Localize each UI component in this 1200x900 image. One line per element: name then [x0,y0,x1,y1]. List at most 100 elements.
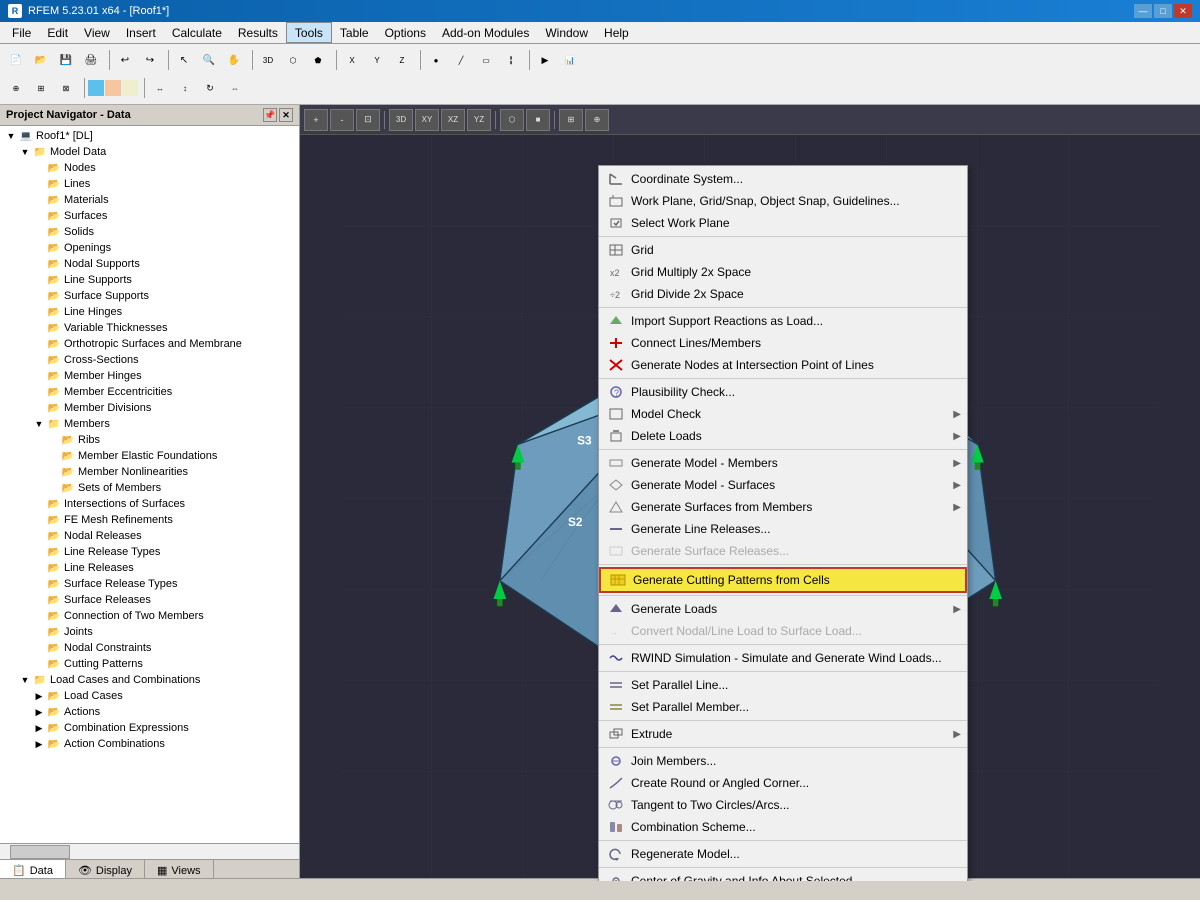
tree-line-releases[interactable]: 📂 Line Releases [0,560,299,576]
model-data-toggle[interactable]: ▼ [18,145,32,159]
tb-node[interactable]: ● [424,48,448,72]
view-tb-yz[interactable]: YZ [467,109,491,131]
tb-results[interactable]: 📊 [558,48,582,72]
tree-joints[interactable]: 📂 Joints [0,624,299,640]
menu-regenerate[interactable]: Regenerate Model... [599,843,967,865]
window-controls[interactable]: — □ ✕ [1134,4,1192,18]
tree-line-supports[interactable]: 📂 Line Supports [0,272,299,288]
menu-coordinate-system[interactable]: Coordinate System... [599,168,967,190]
menu-set-parallel-member[interactable]: Set Parallel Member... [599,696,967,718]
menu-results[interactable]: Results [230,22,286,43]
tb-save[interactable]: 💾 [54,48,78,72]
tree-line-hinges[interactable]: 📂 Line Hinges [0,304,299,320]
menu-window[interactable]: Window [537,22,596,43]
menu-delete-loads[interactable]: Delete Loads ▶ [599,425,967,447]
tree-root[interactable]: ▼ 💻 Roof1* [DL] [0,128,299,144]
tree-ortho-surf[interactable]: 📂 Orthotropic Surfaces and Membrane [0,336,299,352]
tb-snap2[interactable]: ⊞ [29,76,53,100]
menu-gen-line-releases[interactable]: Generate Line Releases... [599,518,967,540]
tb-redo[interactable]: ↪ [138,48,162,72]
tree-cross-sections[interactable]: 📂 Cross-Sections [0,352,299,368]
menu-join-members[interactable]: Join Members... [599,750,967,772]
tb-rotate[interactable]: ↻ [198,76,222,100]
tree-actions[interactable]: ▶ 📂 Actions [0,704,299,720]
tree-lines[interactable]: 📂 Lines [0,176,299,192]
menu-tangent[interactable]: Tangent to Two Circles/Arcs... [599,794,967,816]
tree-surface-release-types[interactable]: 📂 Surface Release Types [0,576,299,592]
maximize-button[interactable]: □ [1154,4,1172,18]
tb-snap1[interactable]: ⊕ [4,76,28,100]
tb-color1[interactable] [88,80,104,96]
tb-color2[interactable] [105,80,121,96]
tree-nodal-releases[interactable]: 📂 Nodal Releases [0,528,299,544]
panel-pin[interactable]: 📌 [263,108,277,122]
tb-zview[interactable]: Z [390,48,414,72]
tb-view3d[interactable]: 3D [256,48,280,72]
panel-controls[interactable]: 📌 ✕ [263,108,293,122]
menu-rwind[interactable]: RWIND Simulation - Simulate and Generate… [599,647,967,669]
menu-gen-model-members[interactable]: Generate Model - Members ▶ [599,452,967,474]
menu-tools[interactable]: Tools [286,22,332,43]
menu-set-parallel-line[interactable]: Set Parallel Line... [599,674,967,696]
tree-nodal-constraints[interactable]: 📂 Nodal Constraints [0,640,299,656]
tree-load-cases-root[interactable]: ▼ 📁 Load Cases and Combinations [0,672,299,688]
menu-table[interactable]: Table [332,22,377,43]
tree-line-release-types[interactable]: 📂 Line Release Types [0,544,299,560]
tb-solid[interactable]: ⬟ [306,48,330,72]
tb-surface[interactable]: ▭ [474,48,498,72]
tree-action-comb[interactable]: ▶ 📂 Action Combinations [0,736,299,752]
menu-view[interactable]: View [76,22,118,43]
panel-close[interactable]: ✕ [279,108,293,122]
tree-connection-members[interactable]: 📂 Connection of Two Members [0,608,299,624]
tb-dim1[interactable]: ↔ [148,76,172,100]
tree-openings[interactable]: 📂 Openings [0,240,299,256]
tb-select[interactable]: ↖ [172,48,196,72]
tree-surface-supports[interactable]: 📂 Surface Supports [0,288,299,304]
tree-surface-releases[interactable]: 📂 Surface Releases [0,592,299,608]
tb-yview[interactable]: Y [365,48,389,72]
tb-dim2[interactable]: ↕ [173,76,197,100]
tb-pan[interactable]: ✋ [222,48,246,72]
view-tb-xy[interactable]: XY [415,109,439,131]
menu-grid-multiply[interactable]: x2 Grid Multiply 2x Space [599,261,967,283]
menu-connect-lines[interactable]: Connect Lines/Members [599,332,967,354]
horizontal-scrollbar[interactable] [0,843,299,859]
menu-plausibility[interactable]: ? Plausibility Check... [599,381,967,403]
tree-member-hinges[interactable]: 📂 Member Hinges [0,368,299,384]
menu-gen-model-surfaces[interactable]: Generate Model - Surfaces ▶ [599,474,967,496]
menu-import-support[interactable]: Import Support Reactions as Load... [599,310,967,332]
tb-member[interactable]: ╏ [499,48,523,72]
tb-line[interactable]: ╱ [449,48,473,72]
tree-area[interactable]: ▼ 💻 Roof1* [DL] ▼ 📁 Model Data 📂 Nodes [0,126,299,843]
members-toggle[interactable]: ▼ [32,417,46,431]
menu-create-corner[interactable]: Create Round or Angled Corner... [599,772,967,794]
close-button[interactable]: ✕ [1174,4,1192,18]
view-tb-snap[interactable]: ⊕ [585,109,609,131]
tree-sets-members[interactable]: 📂 Sets of Members [0,480,299,496]
menu-combination-scheme[interactable]: Combination Scheme... [599,816,967,838]
tree-var-thick[interactable]: 📂 Variable Thicknesses [0,320,299,336]
tb-new[interactable]: 📄 [4,48,28,72]
menu-cog[interactable]: Center of Gravity and Info About Selecte… [599,870,967,881]
tree-mem-elastic[interactable]: 📂 Member Elastic Foundations [0,448,299,464]
tree-intersections[interactable]: 📂 Intersections of Surfaces [0,496,299,512]
tb-open[interactable]: 📂 [29,48,53,72]
menu-edit[interactable]: Edit [39,22,76,43]
menu-grid-divide[interactable]: ÷2 Grid Divide 2x Space [599,283,967,305]
root-toggle[interactable]: ▼ [4,129,18,143]
tree-member-ecc[interactable]: 📂 Member Eccentricities [0,384,299,400]
menu-gen-cutting-patterns[interactable]: Generate Cutting Patterns from Cells [599,567,967,593]
view-tb-fit[interactable]: ⊡ [356,109,380,131]
view-tb-zoom-in[interactable]: + [304,109,328,131]
menu-help[interactable]: Help [596,22,637,43]
menu-gen-surfaces-from-members[interactable]: Generate Surfaces from Members ▶ [599,496,967,518]
menu-select-workplane[interactable]: Select Work Plane [599,212,967,234]
tree-comb-expressions[interactable]: ▶ 📂 Combination Expressions [0,720,299,736]
view-tb-zoom-out[interactable]: - [330,109,354,131]
view-tb-grid2[interactable]: ⊞ [559,109,583,131]
load-cases-toggle[interactable]: ▼ [18,673,32,687]
tree-nodal-supports[interactable]: 📂 Nodal Supports [0,256,299,272]
view-tb-wire[interactable]: ⬡ [500,109,524,131]
menu-options[interactable]: Options [377,22,434,43]
tb-mirror[interactable]: ⇔ [223,76,247,100]
